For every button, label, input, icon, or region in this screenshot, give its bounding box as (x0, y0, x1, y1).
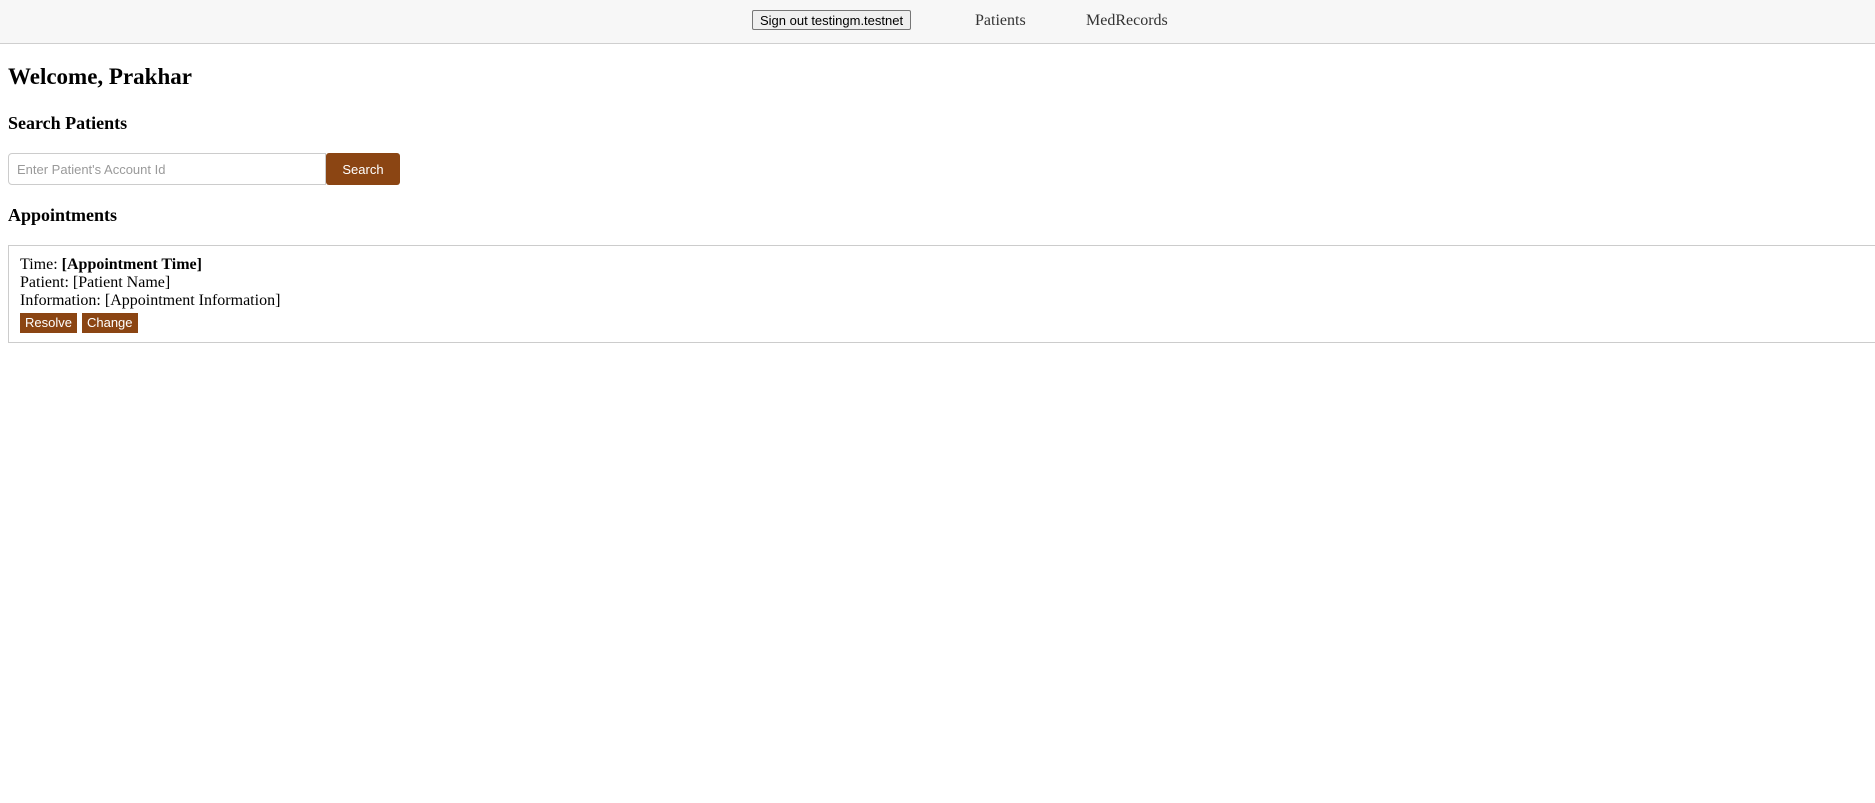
appointment-information-label: Information: (20, 292, 105, 309)
appointment-actions: Resolve Change (20, 313, 1871, 333)
patient-account-id-input[interactable] (8, 153, 326, 185)
appointment-patient-row: Patient: [Patient Name] (20, 274, 1871, 292)
appointment-patient-value: [Patient Name] (72, 274, 171, 291)
appointment-time-row: Time: [Appointment Time] (20, 256, 1871, 274)
nav-link-medrecords[interactable]: MedRecords (1086, 12, 1168, 30)
change-button[interactable]: Change (81, 313, 138, 333)
search-patients-heading: Search Patients (8, 113, 128, 133)
resolve-button[interactable]: Resolve (20, 313, 77, 333)
welcome-heading: Welcome, Prakhar (8, 64, 192, 89)
appointment-card: Time: [Appointment Time] Patient: [Patie… (8, 245, 1875, 343)
appointment-information-row: Information: [Appointment Information] (20, 292, 1871, 310)
search-button[interactable]: Search (326, 153, 400, 185)
appointment-patient-label: Patient: (20, 274, 73, 291)
appointment-time-label: Time: (20, 256, 62, 273)
sign-out-button[interactable]: Sign out testingm.testnet (752, 10, 912, 30)
top-navigation-bar: Sign out testingm.testnet Patients MedRe… (0, 0, 1875, 44)
nav-link-patients[interactable]: Patients (975, 12, 1026, 30)
appointment-time-value: [Appointment Time] (61, 256, 202, 273)
appointments-heading: Appointments (8, 205, 118, 225)
search-form: Search (8, 153, 400, 185)
appointment-information-value: [Appointment Information] (104, 292, 281, 309)
